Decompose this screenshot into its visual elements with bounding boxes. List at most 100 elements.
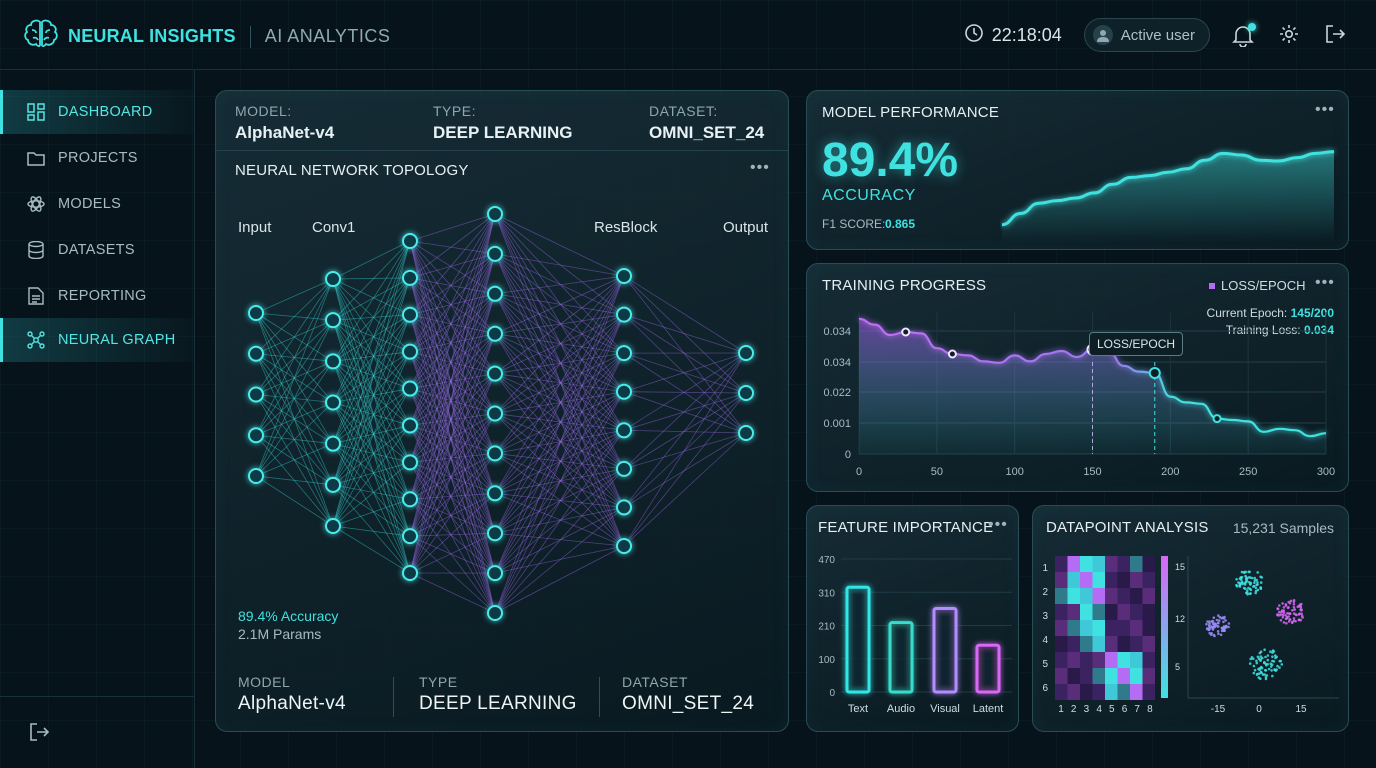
heatmap-y-tick: 3 xyxy=(1042,611,1048,622)
heatmap-cell xyxy=(1105,572,1118,588)
heatmap-x-tick: 5 xyxy=(1109,704,1115,715)
network-node xyxy=(402,343,418,360)
heatmap-cell xyxy=(1080,684,1093,700)
user-menu-button[interactable]: Active user xyxy=(1083,18,1210,52)
network-node xyxy=(487,325,503,342)
heatmap-cell xyxy=(1092,652,1105,668)
network-node xyxy=(616,499,632,516)
heatmap-cell xyxy=(1092,684,1105,700)
database-icon xyxy=(26,240,46,260)
scatter-point xyxy=(1282,609,1286,612)
category-label: Visual xyxy=(930,703,960,715)
network-edge xyxy=(623,392,747,431)
logout-icon[interactable] xyxy=(28,721,50,748)
scatter-point xyxy=(1275,668,1278,671)
network-node xyxy=(325,353,341,370)
scatter-point xyxy=(1227,622,1231,625)
network-node xyxy=(248,386,264,403)
network-node xyxy=(248,305,264,321)
scatter-point xyxy=(1293,608,1296,611)
heatmap-cell xyxy=(1092,604,1105,620)
scatter-point xyxy=(1266,654,1270,657)
meta-dataset-value: OMNI_SET_24 xyxy=(649,123,765,142)
footer-dataset-value: OMNI_SET_24 xyxy=(622,693,755,714)
scatter-x-tick: -15 xyxy=(1211,704,1226,715)
heatmap-cell xyxy=(1117,636,1130,652)
network-node xyxy=(616,345,632,362)
scatter-point xyxy=(1274,656,1277,660)
network-edge xyxy=(409,213,496,537)
scatter-point xyxy=(1253,668,1257,672)
heatmap-cell xyxy=(1092,636,1105,652)
network-node xyxy=(487,285,503,302)
network-edge xyxy=(623,392,747,547)
scatter-point xyxy=(1215,618,1219,622)
network-edge xyxy=(623,352,747,508)
notifications-button[interactable] xyxy=(1232,23,1256,48)
scatter-point xyxy=(1260,666,1264,670)
network-edge xyxy=(494,468,625,614)
sidebar-item-label: PROJECTS xyxy=(58,150,138,166)
y-tick-label: 470 xyxy=(818,555,835,566)
sidebar-item-dashboard[interactable]: DASHBOARD xyxy=(0,90,194,134)
scatter-point xyxy=(1264,655,1267,659)
scatter-point xyxy=(1222,620,1225,624)
heatmap-cell xyxy=(1130,684,1143,700)
heatmap-y-tick: 6 xyxy=(1042,683,1048,694)
sidebar-item-label: MODELS xyxy=(58,196,122,212)
heatmap-cell xyxy=(1105,604,1118,620)
scatter-point xyxy=(1264,662,1267,666)
meta-type-value: DEEP LEARNING xyxy=(433,123,573,142)
network-node xyxy=(402,269,418,286)
sidebar-item-models[interactable]: MODELS xyxy=(0,182,194,226)
heatmap-cell xyxy=(1055,572,1068,588)
y-tick-label: 0.001 xyxy=(823,418,851,430)
settings-button[interactable] xyxy=(1278,23,1302,47)
heatmap-x-tick: 1 xyxy=(1058,704,1064,715)
network-node xyxy=(487,605,503,621)
heatmap-cell xyxy=(1105,668,1118,684)
datapoint-visuals: 1234561 2 3 4 5 6 7 815125-15 0 15 xyxy=(1042,556,1339,715)
heatmap-cell xyxy=(1092,588,1105,604)
scatter-point xyxy=(1271,655,1274,658)
performance-title: MODEL PERFORMANCE xyxy=(822,104,1000,121)
document-icon xyxy=(26,286,46,306)
scatter-point xyxy=(1219,633,1223,637)
footer-model-value: AlphaNet-v4 xyxy=(238,693,346,714)
heatmap-x-tick: 4 xyxy=(1096,704,1102,715)
sidebar: DASHBOARD PROJECTS MODELS DATASETS REPOR… xyxy=(0,70,195,768)
heatmap-cell xyxy=(1092,668,1105,684)
scatter-point xyxy=(1258,668,1261,672)
heatmap-y-tick: 4 xyxy=(1042,635,1048,646)
loss-point xyxy=(947,349,957,359)
sidebar-item-projects[interactable]: PROJECTS xyxy=(0,136,194,180)
heatmap-cell xyxy=(1117,668,1130,684)
sidebar-item-label: REPORTING xyxy=(58,288,147,304)
scatter-point xyxy=(1259,587,1263,590)
brand-name: NEURAL INSIGHTS xyxy=(68,26,236,46)
performance-panel: MODEL PERFORMANCE ••• 89.4% ACCURACY F1 … xyxy=(806,90,1349,250)
scatter-point xyxy=(1269,665,1273,668)
network-edge xyxy=(332,443,411,574)
scatter-point xyxy=(1263,648,1266,651)
sidebar-item-label: DATASETS xyxy=(58,242,135,258)
sidebar-item-reporting[interactable]: REPORTING xyxy=(0,274,194,318)
sidebar-item-datasets[interactable]: DATASETS xyxy=(0,228,194,272)
performance-more-button[interactable]: ••• xyxy=(1315,101,1335,119)
logout-button[interactable] xyxy=(1324,23,1348,47)
scatter-point xyxy=(1282,621,1286,624)
heatmap-cell xyxy=(1055,588,1068,604)
sidebar-item-neural-graph[interactable]: NEURAL GRAPH xyxy=(0,318,194,362)
network-edge xyxy=(623,352,747,470)
network-edge xyxy=(494,213,625,431)
scatter-point xyxy=(1210,632,1213,635)
network-node xyxy=(325,435,341,452)
scatter-point xyxy=(1274,654,1277,657)
notification-dot xyxy=(1248,23,1256,31)
network-node xyxy=(738,425,754,441)
brand[interactable]: NEURAL INSIGHTS AI ANALYTICS xyxy=(24,18,390,55)
scatter-point xyxy=(1255,673,1259,676)
scatter-point xyxy=(1279,619,1283,622)
scatter-point xyxy=(1258,651,1262,655)
network-edge xyxy=(494,314,625,335)
